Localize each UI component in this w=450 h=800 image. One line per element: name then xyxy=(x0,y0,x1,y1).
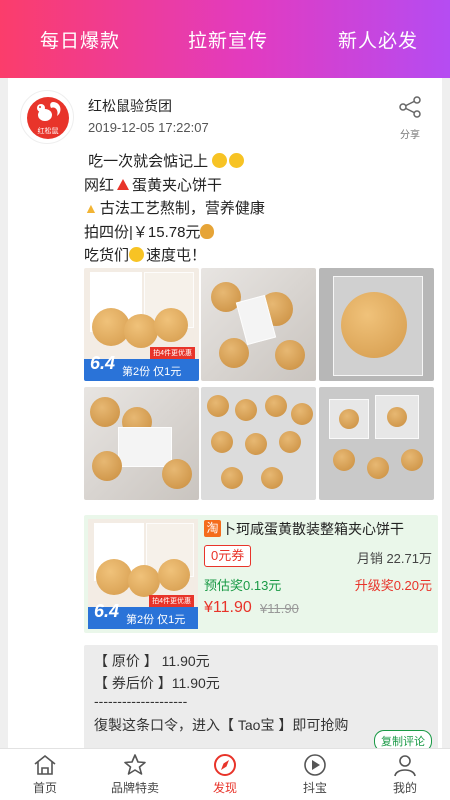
share-label: 分享 xyxy=(400,130,420,141)
bottom-nav: 首页 品牌特卖 发现 抖宝 我的 xyxy=(0,748,450,800)
post-photo-3[interactable] xyxy=(319,268,434,381)
copy-divider: -------------------- xyxy=(94,693,188,709)
publish-time: 2019-12-05 17:22:07 xyxy=(88,120,209,135)
share-icon xyxy=(399,96,421,118)
post-text: 吃一次就会惦记上 网红 蛋黄夹心饼干 ▲ 古法工艺熬制，营养健康 拍四份|￥15.7… xyxy=(84,150,265,268)
upgrade-reward: 升级奖0.20元 xyxy=(354,578,432,593)
post-line-2b: 蛋黄夹心饼干 xyxy=(132,176,223,194)
product-promo-banner: 6.4 第2份 仅1元 拍4件更优惠 xyxy=(88,595,198,629)
share-button[interactable]: 分享 xyxy=(396,96,424,141)
product-image[interactable]: 6.4 第2份 仅1元 拍4件更优惠 xyxy=(88,519,198,629)
avatar-label: 红松鼠 xyxy=(37,128,59,135)
money-bag-icon xyxy=(200,223,215,239)
nav-profile[interactable]: 我的 xyxy=(372,749,438,800)
play-icon xyxy=(304,754,326,776)
publisher-name[interactable]: 红松鼠验货团 xyxy=(88,96,172,116)
nav-brand-sale-label: 品牌特卖 xyxy=(110,781,159,795)
rolling-eyes-emoji-icon xyxy=(229,153,245,168)
original-price: ¥11.90 xyxy=(260,601,299,616)
compass-icon xyxy=(214,754,236,776)
promo-ribbon: 拍4件更优惠 xyxy=(150,347,195,359)
promo-copy-box: 【 原价 】 11.90元 【 券后价 】11.90元 ------------… xyxy=(84,645,438,748)
copy-coupon-price: 【 券后价 】11.90元 xyxy=(94,675,220,691)
tab-newcomer[interactable]: 新人必发 xyxy=(338,26,418,53)
home-icon xyxy=(34,754,56,775)
post-line-4: 拍四份|￥15.78元 xyxy=(84,223,201,241)
avatar[interactable]: 红松鼠 xyxy=(20,90,74,144)
nav-doubao[interactable]: 抖宝 xyxy=(282,749,348,800)
post-line-5b: 速度屯！ xyxy=(146,247,207,264)
estimated-reward: 预估奖0.13元 xyxy=(204,578,282,593)
post-photo-5[interactable] xyxy=(201,387,316,500)
post-photo-1[interactable]: 6.4 第2份 仅1元 拍4件更优惠 xyxy=(84,268,199,381)
star-icon xyxy=(124,754,146,775)
nav-home-label: 首页 xyxy=(32,781,57,795)
product-title[interactable]: 卜珂咸蛋黄散装整箱夹心饼干 xyxy=(222,519,404,539)
product-promo-ribbon: 拍4件更优惠 xyxy=(149,595,194,607)
copy-comment-button[interactable]: 复制评论 xyxy=(374,730,432,748)
top-tab-bar: 每日爆款 拉新宣传 新人必发 xyxy=(0,0,450,78)
nav-profile-label: 我的 xyxy=(392,781,417,795)
tab-daily-hot[interactable]: 每日爆款 xyxy=(40,26,120,53)
nav-discover-label: 发现 xyxy=(212,781,237,795)
monthly-sales: 月销 22.71万 xyxy=(356,551,432,566)
post-card: 红松鼠 红松鼠验货团 2019-12-05 17:22:07 分享 吃一次就会惦… xyxy=(8,78,442,748)
post-photo-6[interactable] xyxy=(319,387,434,500)
copy-instruction: 復製这条口令，进入【 Tao宝 】即可抢购 xyxy=(94,717,349,733)
post-line-2: 网红 xyxy=(84,176,115,194)
tab-referral[interactable]: 拉新宣传 xyxy=(188,26,268,53)
promo-number: 6.4 xyxy=(90,353,116,373)
post-line-1: 吃一次就会惦记上 xyxy=(88,153,209,170)
post-photo-4[interactable] xyxy=(84,387,199,500)
nav-discover[interactable]: 发现 xyxy=(192,749,258,800)
post-photo-2[interactable] xyxy=(201,268,316,381)
nav-brand-sale[interactable]: 品牌特卖 xyxy=(98,749,172,800)
nav-doubao-label: 抖宝 xyxy=(302,781,327,795)
product-promo-text: 第2份 仅1元 xyxy=(126,614,186,626)
product-price: ¥11.90 xyxy=(204,599,252,616)
squirrel-icon xyxy=(37,102,61,121)
product-promo-number: 6.4 xyxy=(94,601,120,621)
post-line-5: 吃货们 xyxy=(84,247,130,264)
coupon-badge[interactable]: 0元券 xyxy=(204,545,252,567)
nav-home[interactable]: 首页 xyxy=(12,749,78,800)
thumbs-up-icon: ▲ xyxy=(84,200,98,216)
promo-banner: 6.4 第2份 仅1元 拍4件更优惠 xyxy=(84,347,199,381)
grin-emoji-icon xyxy=(212,153,228,168)
promo-text: 第2份 仅1元 xyxy=(122,366,182,378)
heart-eyes-emoji-icon xyxy=(129,247,145,262)
user-icon xyxy=(394,755,416,777)
red-triangle-icon xyxy=(117,178,130,190)
post-line-3: 古法工艺熬制，营养健康 xyxy=(99,200,265,217)
taobao-badge-icon: 淘 xyxy=(204,520,221,537)
copy-original-price: 【 原价 】 11.90元 xyxy=(94,653,210,669)
product-card[interactable]: 6.4 第2份 仅1元 拍4件更优惠 淘 卜珂咸蛋黄散装整箱夹心饼干 0元券 月… xyxy=(84,515,438,633)
